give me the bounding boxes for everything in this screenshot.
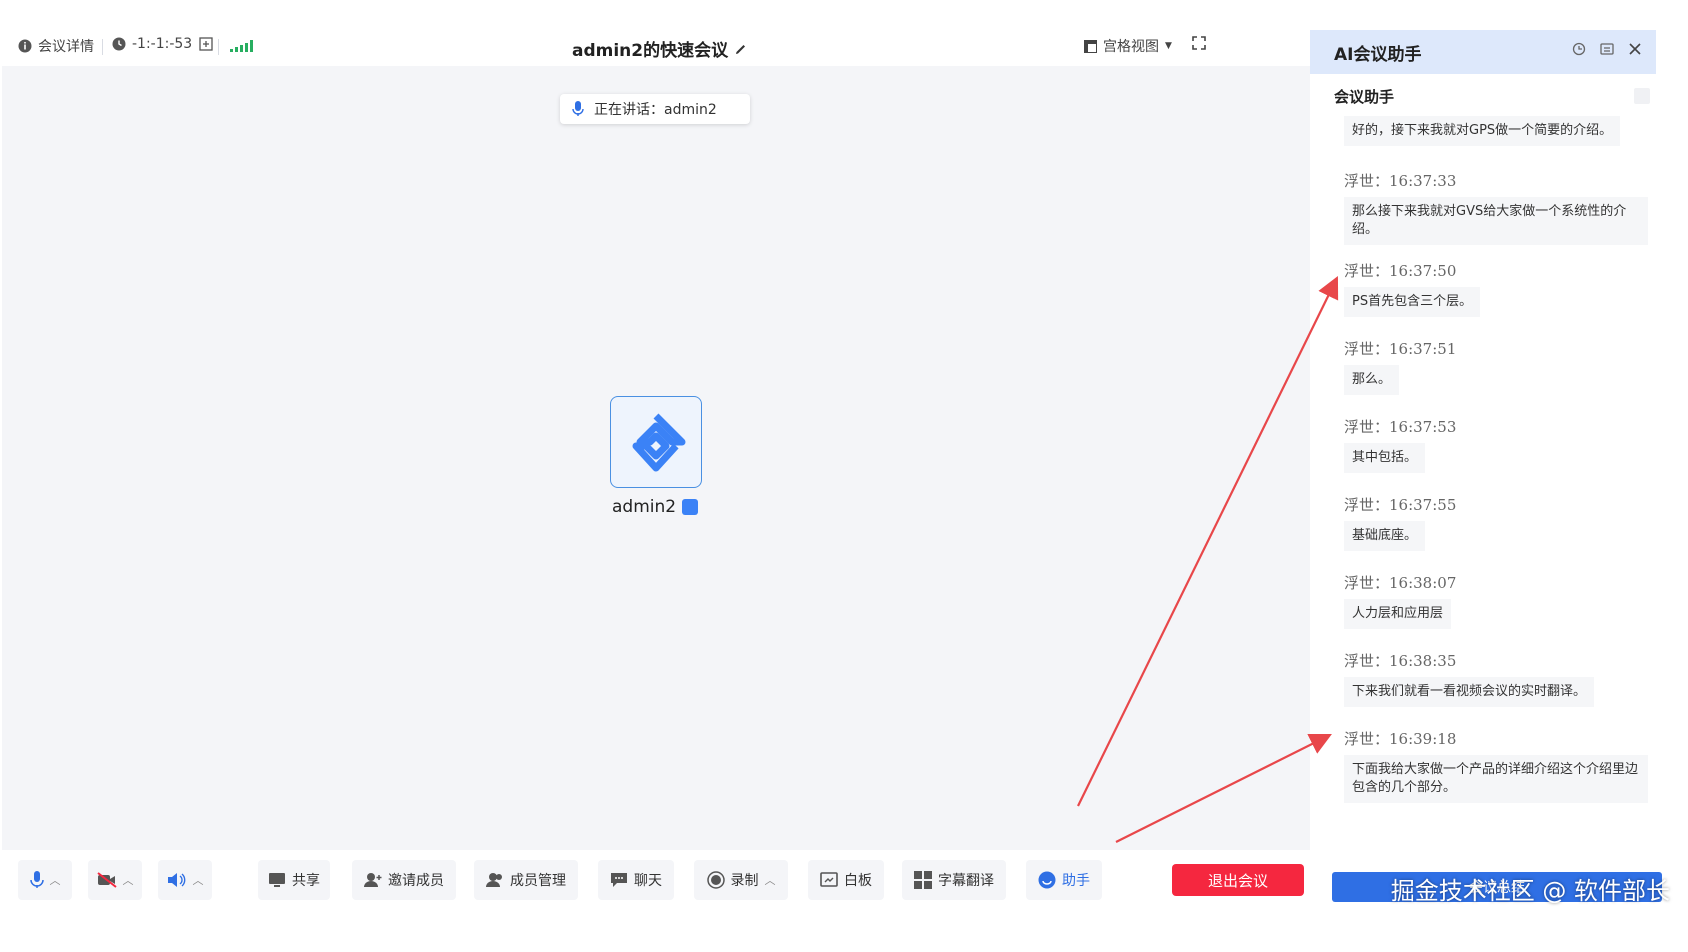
speaker-icon [167, 873, 185, 887]
panel-subtitle: 会议助手 [1334, 88, 1395, 106]
record-label: 录制 [730, 873, 759, 889]
users-icon [486, 873, 502, 887]
participant-name: admin2 [612, 497, 699, 517]
transcript-item: 浮世：16:38:35 下来我们就看一看视频会议的实时翻译。 [1344, 650, 1595, 707]
members-label: 成员管理 [510, 873, 566, 889]
microphone-icon [29, 871, 44, 888]
share-label: 共享 [292, 873, 320, 889]
top-bar: 会议详情 -1:-1:-53 admin2的快速会议 宫格视图 ▼ [0, 0, 1310, 66]
transcript-meta: 浮世：16:37:53 [1344, 418, 1457, 436]
transcript-text: 好的，接下来我就对GPS做一个简要的介绍。 [1344, 116, 1621, 146]
signal-strength-icon [230, 40, 254, 52]
timer-value: -1:-1:-53 [132, 36, 193, 52]
chevron-up-icon[interactable]: ︿ [50, 872, 61, 888]
participant-avatar[interactable] [610, 396, 702, 488]
exit-meeting-button[interactable]: 退出会议 [1172, 864, 1304, 896]
transcript-meta: 浮世：16:39:18 [1344, 730, 1457, 748]
transcript-text: 基础底座。 [1344, 521, 1426, 551]
view-mode-label: 宫格视图 [1103, 39, 1159, 55]
camera-off-icon [96, 872, 117, 888]
invite-label: 邀请成员 [388, 873, 444, 889]
transcript-meta: 浮世：16:37:51 [1344, 340, 1457, 358]
record-icon [706, 871, 725, 889]
subtitle-translate-label: 字幕翻译 [938, 873, 994, 889]
transcript-item: 浮世：16:38:07 人力层和应用层 [1344, 572, 1456, 629]
speaking-indicator: 正在讲话：admin2 [560, 94, 750, 124]
transcript-text: 人力层和应用层 [1344, 599, 1452, 629]
clock-icon [112, 37, 126, 51]
app-logo-icon [632, 413, 686, 472]
grid-icon [914, 871, 932, 889]
divider [218, 39, 219, 55]
watermark: 掘金技术社区 @ 软件部长 [1390, 877, 1670, 905]
info-icon [18, 39, 32, 53]
divider [102, 39, 103, 55]
host-badge-icon [682, 499, 699, 515]
microphone-icon [572, 101, 584, 116]
meeting-details-button[interactable]: 会议详情 [18, 36, 94, 56]
chat-label: 聊天 [634, 873, 662, 889]
chevron-up-icon[interactable]: ︿ [193, 872, 204, 888]
panel-title: AI会议助手 [1334, 44, 1422, 65]
edit-icon[interactable] [734, 42, 748, 56]
transcript-text: 下面我给大家做一个产品的详细介绍这个介绍里边包含的几个部分。 [1344, 755, 1648, 803]
transcript-item: 好的，接下来我就对GPS做一个简要的介绍。 [1344, 110, 1621, 146]
transcript-item: 浮世：16:37:55 基础底座。 [1344, 494, 1456, 551]
grid-view-icon [1084, 39, 1097, 53]
scrollbar[interactable] [1634, 88, 1650, 104]
members-button[interactable]: 成员管理 [474, 860, 578, 900]
meeting-title[interactable]: admin2的快速会议 [572, 36, 748, 61]
panel-header: AI会议助手 [1310, 30, 1656, 74]
settings-icon[interactable] [1600, 42, 1614, 56]
meeting-timer: -1:-1:-53 [112, 36, 214, 52]
chevron-up-icon[interactable]: ︿ [765, 872, 776, 888]
ai-assistant-panel: AI会议助手 会议助手 好的，接下来我就对GPS做一个简要的介绍。 浮世：16:… [1310, 30, 1662, 952]
chat-button[interactable]: 聊天 [598, 860, 674, 900]
transcript-meta: 浮世：16:38:07 [1344, 574, 1457, 592]
record-button[interactable]: 录制 ︿ [694, 860, 788, 900]
meeting-details-label: 会议详情 [38, 39, 94, 55]
subtitle-translate-button[interactable]: 字幕翻译 [902, 860, 1006, 900]
transcript-meta: 浮世：16:37:33 [1344, 172, 1457, 190]
refresh-icon[interactable] [1572, 42, 1586, 56]
transcript-text: 那么接下来我就对GVS给大家做一个系统性的介绍。 [1344, 197, 1648, 245]
transcript-text: 下来我们就看一看视频会议的实时翻译。 [1344, 677, 1595, 707]
assistant-button[interactable]: 助手 [1026, 860, 1102, 900]
transcript-item: 浮世：16:37:51 那么。 [1344, 338, 1456, 395]
transcript-item: 浮世：16:37:33 那么接下来我就对GVS给大家做一个系统性的介绍。 [1344, 170, 1648, 245]
speaking-label: 正在讲话：admin2 [594, 102, 717, 118]
transcript-meta: 浮世：16:37:55 [1344, 496, 1457, 514]
participant-name-text: admin2 [612, 497, 677, 517]
transcript-item: 浮世：16:39:18 下面我给大家做一个产品的详细介绍这个介绍里边包含的几个部… [1344, 728, 1648, 803]
whiteboard-button[interactable]: 白板 [808, 860, 884, 900]
microphone-button[interactable]: ︿ [18, 860, 72, 900]
view-mode-dropdown[interactable]: 宫格视图 ▼ [1084, 36, 1172, 56]
whiteboard-icon [820, 872, 838, 887]
speaker-button[interactable]: ︿ [158, 860, 212, 900]
chevron-down-icon: ▼ [1165, 41, 1172, 51]
close-icon[interactable] [1628, 42, 1642, 56]
fullscreen-icon[interactable] [1192, 36, 1206, 50]
meeting-title-text: admin2的快速会议 [572, 41, 729, 61]
assistant-icon [1038, 871, 1056, 889]
screen-share-icon [269, 873, 285, 887]
add-user-icon [364, 873, 382, 887]
chevron-up-icon[interactable]: ︿ [123, 872, 134, 888]
network-icon [199, 37, 213, 51]
invite-button[interactable]: 邀请成员 [352, 860, 456, 900]
transcript-item: 浮世：16:37:53 其中包括。 [1344, 416, 1456, 473]
transcript-text: 那么。 [1344, 365, 1400, 395]
camera-button[interactable]: ︿ [88, 860, 142, 900]
chat-icon [611, 873, 627, 887]
transcript-item: 浮世：16:37:50 PS首先包含三个层。 [1344, 260, 1481, 317]
transcript-meta: 浮世：16:38:35 [1344, 652, 1457, 670]
transcript-text: PS首先包含三个层。 [1344, 287, 1481, 317]
whiteboard-label: 白板 [844, 873, 872, 889]
share-button[interactable]: 共享 [258, 860, 330, 900]
assistant-label: 助手 [1062, 873, 1090, 889]
transcript-meta: 浮世：16:37:50 [1344, 262, 1457, 280]
transcript-text: 其中包括。 [1344, 443, 1426, 473]
